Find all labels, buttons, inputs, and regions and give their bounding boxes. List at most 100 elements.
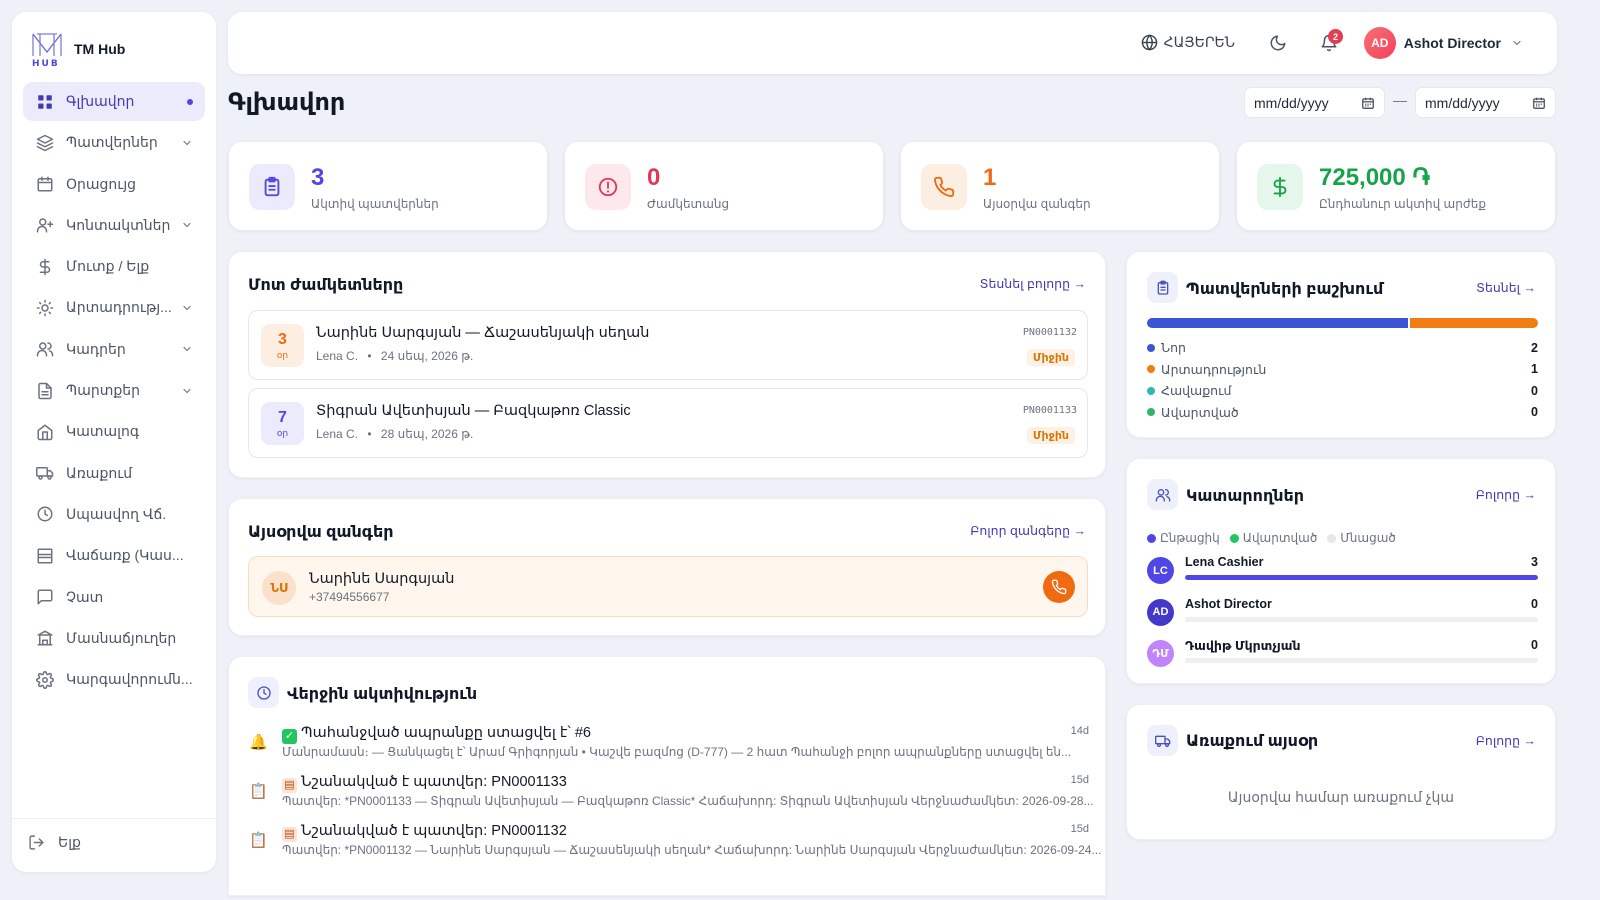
legend-label: Հավաքում bbox=[1161, 384, 1232, 398]
chevron-down-icon[interactable] bbox=[181, 137, 193, 149]
sidebar-item[interactable]: Օրացույց bbox=[23, 165, 205, 204]
distribution-see-link[interactable]: Տեսնել → bbox=[1476, 280, 1536, 295]
globe-icon bbox=[1141, 34, 1157, 51]
chevron-down-icon[interactable] bbox=[181, 219, 193, 231]
sidebar-item[interactable]: Կադրեր bbox=[23, 330, 205, 369]
assignee-row[interactable]: AD Ashot Director 0 bbox=[1147, 597, 1538, 627]
sidebar-item[interactable]: Առաքում bbox=[23, 454, 205, 493]
activity-item[interactable]: 📋 ▤ Նշանակված է պատվեր: PN0001132 Պատվեր:… bbox=[249, 823, 1101, 863]
stat-card-today-calls[interactable]: 1 Այսօրվա զանգեր bbox=[900, 141, 1220, 231]
moon-icon[interactable] bbox=[1269, 34, 1287, 52]
distribution-card: Պատվերների բաշխում Տեսնել → Նոր 2 Արտադրու… bbox=[1126, 251, 1556, 438]
date-to-input[interactable]: mm/dd/yyyy bbox=[1415, 87, 1556, 118]
sidebar-item[interactable]: Կարգավորումն... bbox=[23, 660, 205, 699]
distribution-title: Պատվերների բաշխում bbox=[1186, 281, 1384, 298]
deadline-days: 3 bbox=[278, 331, 287, 348]
assignee-row[interactable]: ԴՄ Դավիթ Մկրտչյան 0 bbox=[1147, 638, 1538, 668]
stat-label: Ընդհանուր ակտիվ արժեք bbox=[1319, 197, 1486, 211]
assignees-all-link[interactable]: Բոլորը → bbox=[1476, 487, 1536, 502]
calls-see-all-link[interactable]: Բոլոր զանգերը → bbox=[970, 523, 1086, 538]
assignees-legend: Ընթացիկ Ավարտված Մնացած bbox=[1147, 531, 1406, 545]
legend-item: Մնացած bbox=[1327, 531, 1396, 545]
legend-label: Մնացած bbox=[1340, 531, 1396, 545]
deadline-days-unit: օր bbox=[276, 428, 289, 438]
sidebar-item-label: Մասնաճյուղեր bbox=[66, 629, 177, 646]
deadline-date: 24 սեպ, 2026 թ. bbox=[380, 349, 474, 363]
sidebar-item[interactable]: Արտադրությ... bbox=[23, 288, 205, 327]
gear-icon bbox=[36, 670, 54, 689]
sidebar-item-label: Վաճառք (Կաս... bbox=[66, 547, 184, 564]
stat-card-overdue[interactable]: 0 Ժամկետանց bbox=[564, 141, 884, 231]
activity-item-text: Պահանջված ապրանքը ստացվել է՝ #6 bbox=[301, 725, 591, 741]
activity-title: Վերջին ակտիվություն bbox=[287, 686, 478, 703]
activity-item[interactable]: 📋 ▤ Նշանակված է պատվեր: PN0001133 Պատվեր:… bbox=[249, 774, 1094, 814]
deadline-item[interactable]: 3 օր Նարինե Սարգսյան — Ճաշասենյակի սեղան… bbox=[248, 310, 1088, 380]
sidebar-item[interactable]: Մասնաճյուղեր bbox=[23, 619, 205, 658]
distribution-header-icon-box bbox=[1147, 272, 1178, 303]
sidebar-divider bbox=[12, 818, 216, 819]
sidebar-item-label: Պատվերներ bbox=[66, 134, 158, 151]
deadline-item[interactable]: 7 օր Տիգրան Ավետիսյան — Բազկաթոռ Classic… bbox=[248, 388, 1088, 458]
activity-item-desc: Պատվեր: *PN0001133 — Տիգրան Ավետիսյան — … bbox=[282, 794, 1094, 808]
sidebar-item[interactable]: Կատալոգ bbox=[23, 412, 205, 451]
calendar-icon[interactable] bbox=[1532, 96, 1546, 110]
legend-value: 2 bbox=[1531, 340, 1538, 355]
sidebar-item[interactable]: Մուտք / Ելք bbox=[23, 247, 205, 286]
date-from-input[interactable]: mm/dd/yyyy bbox=[1244, 87, 1385, 118]
logout-label: Ելք bbox=[58, 834, 81, 850]
sidebar-item[interactable]: Վաճառք (Կաս... bbox=[23, 536, 205, 575]
call-item[interactable]: ՆՍ Նարինե Սարգսյան +37494556677 bbox=[248, 556, 1088, 617]
stat-card-total-value[interactable]: 725,000 ֏ Ընդհանուր ակտիվ արժեք bbox=[1236, 141, 1556, 231]
chevron-down-icon[interactable] bbox=[181, 302, 193, 314]
sidebar-item[interactable]: Պատվերներ bbox=[23, 123, 205, 162]
sidebar: HUB TM Hub Գլխավոր Պատվերներ Օրացույց Կոնտա… bbox=[12, 12, 216, 872]
assignees-header-icon-box bbox=[1147, 479, 1178, 510]
assignee-avatar: LC bbox=[1147, 557, 1174, 584]
deadline-title: Նարինե Սարգսյան — Ճաշասենյակի սեղան bbox=[316, 325, 650, 341]
chevron-down-icon[interactable] bbox=[181, 343, 193, 355]
assignee-count: 0 bbox=[1531, 638, 1538, 652]
active-indicator-dot bbox=[187, 98, 193, 105]
calls-title: Այսօրվա զանգեր bbox=[248, 524, 394, 541]
sidebar-item[interactable]: Պարտքեր bbox=[23, 371, 205, 410]
phone-icon bbox=[1051, 579, 1067, 595]
grid-icon bbox=[38, 94, 52, 109]
delivery-all-link[interactable]: Բոլորը → bbox=[1476, 733, 1536, 748]
clipboard-icon: 📋 bbox=[249, 832, 268, 849]
activity-item-desc: Պատվեր: *PN0001132 — Նարինե Սարգսյան — Ճ… bbox=[282, 843, 1102, 857]
assignee-name: Lena Cashier bbox=[1185, 555, 1264, 569]
user-menu[interactable]: AD Ashot Director bbox=[1363, 27, 1523, 59]
legend-label: Ավարտված bbox=[1242, 531, 1318, 545]
stat-icon-box bbox=[585, 164, 631, 210]
sidebar-item[interactable]: Կոնտակտներ bbox=[23, 206, 205, 245]
deadline-days: 7 bbox=[278, 409, 287, 426]
distribution-legend-row: Նոր 2 bbox=[1147, 340, 1538, 355]
stat-card-active-orders[interactable]: 3 Ակտիվ պատվերներ bbox=[228, 141, 548, 231]
logout-button[interactable]: Ելք bbox=[28, 834, 81, 851]
legend-value: 0 bbox=[1531, 405, 1538, 419]
chevron-down-icon[interactable] bbox=[181, 385, 193, 397]
legend-value: 0 bbox=[1531, 383, 1538, 398]
layers-icon bbox=[36, 134, 54, 152]
distribution-segment bbox=[1147, 318, 1408, 328]
activity-item-time: 14d bbox=[1070, 725, 1089, 737]
sidebar-item-label: Պարտքեր bbox=[66, 382, 140, 399]
stat-label: Այսօրվա զանգեր bbox=[983, 197, 1091, 211]
users-icon bbox=[1155, 488, 1170, 502]
chat-icon bbox=[37, 589, 53, 605]
sidebar-item[interactable]: Սպասվող Վճ. bbox=[23, 495, 205, 534]
call-button[interactable] bbox=[1043, 571, 1075, 603]
distribution-bar bbox=[1147, 318, 1538, 328]
sidebar-item[interactable]: Գլխավոր bbox=[23, 82, 205, 121]
calendar-icon[interactable] bbox=[1361, 96, 1375, 110]
sidebar-item[interactable]: Չատ bbox=[23, 578, 205, 617]
activity-item-desc: Մանրամասն։ — Ցանկացել է՝ Արամ Գրիգորյան … bbox=[282, 745, 1072, 759]
delivery-title: Առաքում այսօր bbox=[1186, 733, 1319, 750]
brand[interactable]: HUB TM Hub bbox=[30, 30, 125, 68]
activity-item[interactable]: 🔔 ✓ Պահանջված ապրանքը ստացվել է՝ #6 Մանրա… bbox=[249, 725, 1089, 765]
assignee-row[interactable]: LC Lena Cashier 3 bbox=[1147, 555, 1538, 585]
deadlines-see-all-link[interactable]: Տեսնել բոլորը → bbox=[980, 276, 1086, 291]
calls-card: Այսօրվա զանգեր Բոլոր զանգերը → ՆՍ Նարինե… bbox=[228, 498, 1106, 636]
sidebar-item-label: Գլխավոր bbox=[66, 93, 135, 109]
language-switcher[interactable]: ՀԱՅԵՐԵՆ bbox=[1141, 34, 1235, 51]
